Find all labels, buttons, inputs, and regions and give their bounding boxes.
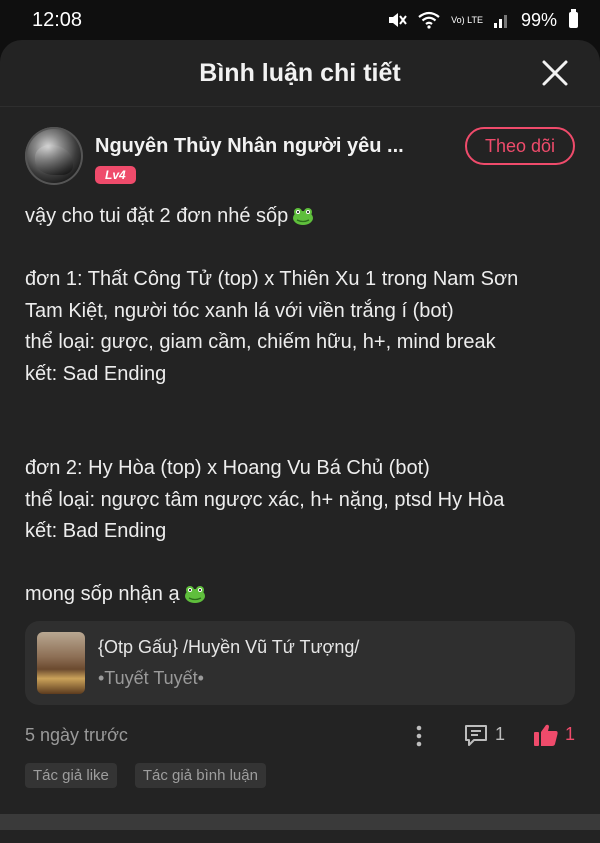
comment-line: đơn 1: Thất Công Tử (top) x Thiên Xu 1 t…: [25, 268, 519, 290]
comment-line: thể loại: gược, giam cầm, chiếm hữu, h+,…: [25, 331, 496, 353]
comment-line: kết: Sad Ending: [25, 362, 167, 385]
sheet-header: Bình luận chi tiết: [0, 40, 600, 107]
follow-button[interactable]: Theo dõi: [465, 127, 575, 165]
avatar[interactable]: [25, 127, 83, 185]
page-title: Bình luận chi tiết: [199, 58, 401, 87]
level-badge: Lv4: [95, 166, 136, 184]
linked-book-card[interactable]: {Otp Gấu} /Huyền Vũ Tứ Tượng/ •Tuyết Tuy…: [25, 620, 575, 705]
comment: Nguyên Thủy Nhân người yêu ... Lv4 Theo …: [0, 107, 600, 788]
network-label: Vo) LTE: [451, 14, 483, 25]
book-author: •Tuyết Tuyết•: [98, 667, 204, 688]
comment-line: thể loại: ngược tâm ngược xác, h+ nặng, …: [25, 488, 505, 511]
wifi-icon: [418, 11, 440, 29]
comment-line: kết: Bad Ending: [25, 520, 167, 542]
username[interactable]: Nguyên Thủy Nhân người yêu ...: [95, 135, 404, 158]
comment-meta-row: 5 ngày trước 1 1: [25, 723, 575, 749]
frog-emoji-icon: [184, 586, 205, 603]
tag-author-commented: Tác giả bình luận: [134, 762, 266, 788]
comment-icon: [465, 724, 487, 746]
comment-line-text: vậy cho tui đặt 2 đơn nhé sốp: [25, 205, 289, 227]
comment-detail-sheet: Bình luận chi tiết Nguyên Thủy Nhân ngườ…: [0, 40, 600, 843]
book-title: {Otp Gấu} /Huyền Vũ Tứ Tượng/: [98, 636, 360, 657]
comment-line: [25, 548, 575, 580]
like-count: 1: [565, 724, 576, 744]
tag-author-liked: Tác giả like: [25, 762, 117, 788]
frog-emoji-icon: [293, 208, 314, 225]
status-icons: Vo) LTE 99%: [387, 9, 578, 31]
thumbs-up-icon: [534, 724, 558, 746]
bottom-divider: [0, 814, 600, 830]
comment-time: 5 ngày trước: [25, 725, 128, 745]
close-icon[interactable]: [540, 58, 570, 88]
mute-icon: [389, 13, 407, 27]
more-vertical-icon[interactable]: [413, 723, 425, 749]
comment-line: đơn 2: Hy Hòa (top) x Hoang Vu Bá Chủ (b…: [25, 457, 430, 479]
comment-line: vậy cho tui đặt 2 đơn nhé sốp: [25, 201, 575, 233]
comment-text: vậy cho tui đặt 2 đơn nhé sốp đơn 1: Thấ…: [25, 201, 575, 611]
status-bar: 12:08 Vo) LTE 99%: [0, 0, 600, 40]
signal-icon: [493, 15, 507, 28]
book-cover: [37, 631, 85, 694]
battery-percent: 99%: [520, 9, 557, 30]
reply-count: 1: [495, 724, 506, 744]
status-time: 12:08: [32, 8, 83, 31]
reply-button[interactable]: 1: [463, 723, 505, 747]
comment-line: Tam Kiệt, người tóc xanh lá với viền trắ…: [25, 299, 454, 322]
comment-line-text: mong sốp nhận ạ: [25, 583, 180, 605]
comment-line: mong sốp nhận ạ: [25, 579, 575, 611]
like-button[interactable]: 1: [533, 723, 575, 747]
comment-line: [25, 390, 575, 422]
comment-author-row: Nguyên Thủy Nhân người yêu ... Lv4 Theo …: [25, 127, 575, 185]
battery-icon: [569, 9, 578, 28]
author-tags: Tác giả like Tác giả bình luận: [25, 762, 575, 788]
user-info: Nguyên Thủy Nhân người yêu ... Lv4: [95, 127, 404, 184]
book-info: {Otp Gấu} /Huyền Vũ Tứ Tượng/ •Tuyết Tuy…: [98, 637, 359, 689]
comment-line: [25, 422, 575, 454]
comment-line: [25, 233, 575, 265]
